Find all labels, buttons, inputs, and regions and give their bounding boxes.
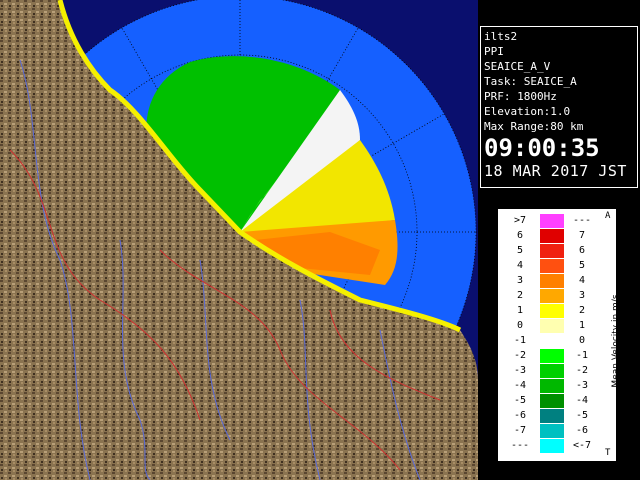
legend-color-swatch <box>540 274 564 288</box>
legend-row: 34 <box>503 274 599 288</box>
legend-row: -5 -4 <box>503 394 599 408</box>
legend-upper-value: 0 <box>578 335 586 346</box>
legend-upper-value: 3 <box>578 290 586 301</box>
legend-row: -2 -1 <box>503 349 599 363</box>
legend-lower-value: 4 <box>516 260 524 271</box>
legend-upper-value: -1 <box>575 350 589 361</box>
scan-date: 18 MAR 2017 JST <box>484 162 627 180</box>
legend-title-container: Mean Velocity in m/s <box>602 224 621 460</box>
velocity-legend: A Mean Velocity in m/s T >7 --- 6 7 5 6 4 5 3 4 2 3… <box>498 209 621 461</box>
scan-type: PPI <box>484 45 504 58</box>
legend-color-swatch <box>540 379 564 393</box>
legend-row: 67 <box>503 229 599 243</box>
legend-color-swatch <box>540 229 564 243</box>
legend-lower-value: 5 <box>516 245 524 256</box>
legend-lower-value: --- <box>510 440 530 451</box>
legend-upper-value: -6 <box>575 425 589 436</box>
scan-time: 09:00:35 <box>484 134 600 162</box>
legend-lower-value: -2 <box>513 350 527 361</box>
legend-color-swatch <box>540 244 564 258</box>
legend-color-swatch <box>540 289 564 303</box>
legend-color-swatch <box>540 394 564 408</box>
legend-color-swatch <box>540 349 564 363</box>
max-range-value: Max Range:80 km <box>484 120 584 133</box>
legend-lower-value: -4 <box>513 380 527 391</box>
legend-color-swatch <box>540 424 564 438</box>
legend-lower-value: 1 <box>516 305 524 316</box>
legend-upper-value: 5 <box>578 260 586 271</box>
legend-row: >7 --- <box>503 214 599 228</box>
legend-title: Mean Velocity in m/s <box>611 294 621 388</box>
legend-upper-value: 4 <box>578 275 586 286</box>
legend-lower-value: -5 <box>513 395 527 406</box>
legend-lower-value: -7 <box>513 425 527 436</box>
legend-lower-value: -3 <box>513 365 527 376</box>
legend-upper-value: -4 <box>575 395 589 406</box>
elevation-value: Elevation:1.0 <box>484 105 571 118</box>
legend-lower-value: -6 <box>513 410 527 421</box>
legend-color-swatch <box>540 409 564 423</box>
legend-upper-value: -3 <box>575 380 589 391</box>
legend-upper-value: <-7 <box>572 440 592 451</box>
legend-row: 23 <box>503 289 599 303</box>
legend-lower-value: >7 <box>513 215 527 226</box>
legend-color-swatch <box>540 334 564 348</box>
legend-color-swatch <box>540 259 564 273</box>
legend-row: 45 <box>503 259 599 273</box>
info-panel: ilts2 PPI SEAICE_A_V Task: SEAICE_A PRF:… <box>480 26 638 188</box>
task-name: Task: SEAICE_A <box>484 75 577 88</box>
radar-map[interactable] <box>0 0 478 480</box>
legend-row: -1 0 <box>503 334 599 348</box>
legend-upper-value: 2 <box>578 305 586 316</box>
legend-row: --- <-7 <box>503 439 599 453</box>
legend-color-swatch <box>540 364 564 378</box>
legend-row: 01 <box>503 319 599 333</box>
legend-lower-value: -1 <box>513 335 527 346</box>
legend-upper-value: 6 <box>578 245 586 256</box>
legend-row: -3 -2 <box>503 364 599 378</box>
legend-upper-value: --- <box>572 215 592 226</box>
legend-corner-bottom: T <box>605 448 611 458</box>
legend-row: 12 <box>503 304 599 318</box>
legend-upper-value: 7 <box>578 230 586 241</box>
legend-upper-value: 1 <box>578 320 586 331</box>
legend-upper-value: -2 <box>575 365 589 376</box>
legend-row: -6 -5 <box>503 409 599 423</box>
legend-row: 56 <box>503 244 599 258</box>
prf-value: PRF: 1800Hz <box>484 90 557 103</box>
legend-color-swatch <box>540 214 564 228</box>
legend-color-swatch <box>540 319 564 333</box>
legend-row: -4 -3 <box>503 379 599 393</box>
legend-lower-value: 6 <box>516 230 524 241</box>
legend-upper-value: -5 <box>575 410 589 421</box>
legend-row: -7 -6 <box>503 424 599 438</box>
product-name: SEAICE_A_V <box>484 60 551 73</box>
legend-color-swatch <box>540 439 564 453</box>
legend-color-swatch <box>540 304 564 318</box>
legend-corner-top: A <box>605 211 611 221</box>
radar-ppi-svg <box>0 0 478 480</box>
radar-name: ilts2 <box>484 30 518 43</box>
legend-lower-value: 3 <box>516 275 524 286</box>
legend-lower-value: 2 <box>516 290 524 301</box>
legend-lower-value: 0 <box>516 320 524 331</box>
